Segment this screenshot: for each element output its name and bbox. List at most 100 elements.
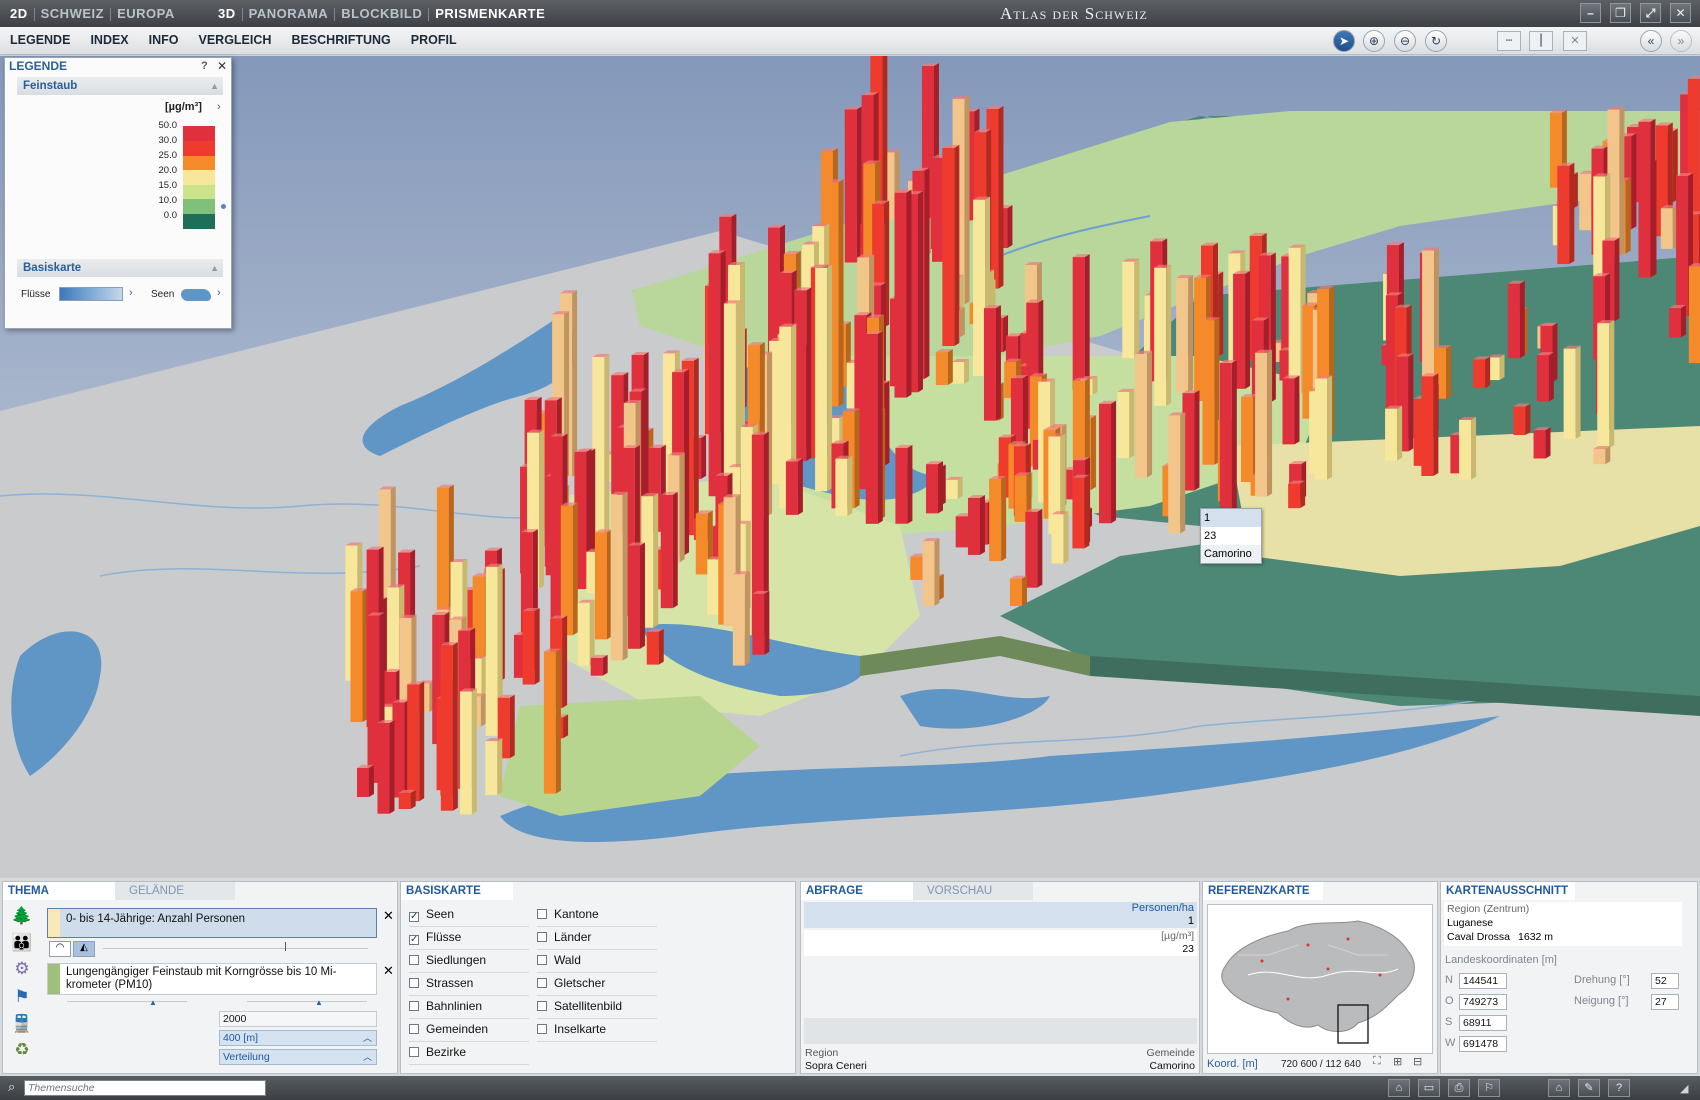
help-button-icon[interactable]: ? (1608, 1079, 1630, 1097)
menu-index[interactable]: INDEX (80, 27, 138, 54)
expand-right-icon[interactable]: » (1670, 30, 1692, 52)
checkbox-box[interactable] (537, 909, 547, 919)
close-legend-icon[interactable]: ✕ (217, 58, 227, 74)
restore-button[interactable]: ❐ (1610, 3, 1631, 23)
fullscreen-button[interactable]: ⤢ (1640, 3, 1661, 23)
checkbox-seen[interactable]: ✓ Seen (409, 904, 529, 927)
checkbox-strassen[interactable]: Strassen (409, 973, 529, 996)
tab-prismenkarte[interactable]: PRISMENKARTE (429, 0, 551, 27)
w-coord-field[interactable]: 691478 (1459, 1036, 1507, 1052)
checkbox-box[interactable] (537, 1024, 547, 1034)
tab-vorschau[interactable]: VORSCHAU (913, 882, 1033, 900)
checkbox-box[interactable] (409, 955, 419, 965)
checkbox-wald[interactable]: Wald (537, 950, 657, 973)
collapse-left-icon[interactable]: « (1640, 30, 1662, 52)
tab-europa[interactable]: EUROPA (111, 0, 181, 27)
help-icon[interactable]: ? (201, 58, 208, 74)
rotate-tool-icon[interactable]: ↻ (1425, 30, 1447, 52)
checkbox-gletscher[interactable]: Gletscher (537, 973, 657, 996)
collapse-icon[interactable]: ▲ (210, 77, 219, 95)
prism-map-view[interactable] (0, 56, 1700, 878)
economy-icon[interactable]: ⚙ (9, 957, 35, 981)
menu-legende[interactable]: LEGENDE (0, 27, 80, 54)
slider-track-2[interactable] (67, 1001, 187, 1002)
tab-panorama[interactable]: PANORAMA (243, 0, 335, 27)
n-coord-field[interactable]: 144541 (1459, 973, 1507, 989)
checkbox-box[interactable] (409, 1024, 419, 1034)
resize-grip-icon[interactable]: ◢ (1680, 1082, 1688, 1095)
s-coord-field[interactable]: 68911 (1459, 1015, 1507, 1031)
checkbox-länder[interactable]: Länder (537, 927, 657, 950)
fluesse-arrow-icon[interactable]: › (129, 287, 133, 299)
checkbox-box[interactable] (537, 932, 547, 942)
checkbox-box[interactable]: ✓ (409, 912, 419, 922)
year-field[interactable]: 2000 (219, 1011, 377, 1027)
zoom-plus-icon[interactable]: ⊞ (1393, 1055, 1402, 1068)
print-icon[interactable]: ⎙ (1448, 1079, 1470, 1097)
bookmark-icon[interactable]: ⚐ (1478, 1079, 1500, 1097)
zoom-in-icon[interactable]: ⊕ (1363, 30, 1385, 52)
pointer-tool-icon[interactable]: ➤ (1333, 30, 1355, 52)
checkbox-box[interactable] (537, 978, 547, 988)
split-horizontal-icon[interactable]: ┅ (1497, 31, 1521, 51)
split-vertical-icon[interactable]: ┃ (1529, 31, 1553, 51)
menu-vergleich[interactable]: VERGLEICH (189, 27, 282, 54)
slider-track-3[interactable] (247, 1001, 367, 1002)
tab-schweiz[interactable]: SCHWEIZ (35, 0, 110, 27)
collapse-icon[interactable]: ▲ (210, 259, 219, 277)
tab-3d[interactable]: 3D (212, 0, 242, 27)
checkbox-satellitenbild[interactable]: Satellitenbild (537, 996, 657, 1019)
open-folder-icon[interactable]: ⌂ (1388, 1079, 1410, 1097)
people-icon[interactable]: 👪 (9, 931, 35, 955)
menu-info[interactable]: INFO (139, 27, 189, 54)
checkbox-box[interactable] (409, 1001, 419, 1011)
reference-map[interactable] (1207, 904, 1433, 1054)
nature-icon[interactable]: 🌲 (9, 904, 35, 928)
shape-round-icon[interactable]: ◠ (49, 941, 71, 957)
legend-section-basiskarte[interactable]: Basiskarte ▲ (17, 259, 223, 277)
checkbox-bezirke[interactable]: Bezirke (409, 1042, 529, 1065)
checkbox-box[interactable] (409, 978, 419, 988)
home-icon[interactable]: ⌂ (1548, 1079, 1570, 1097)
checkbox-inselkarte[interactable]: Inselkarte (537, 1019, 657, 1042)
slider-handle-2[interactable]: ▲ (149, 998, 157, 1007)
tab-2d[interactable]: 2D (4, 0, 34, 27)
o-coord-field[interactable]: 749273 (1459, 994, 1507, 1010)
slider-track[interactable] (103, 948, 368, 949)
tools-icon[interactable]: ✎ (1578, 1079, 1600, 1097)
environment-icon[interactable]: ♻ (9, 1038, 35, 1062)
politics-flag-icon[interactable]: ⚑ (9, 985, 35, 1009)
checkbox-gemeinden[interactable]: Gemeinden (409, 1019, 529, 1042)
seen-arrow-icon[interactable]: › (217, 287, 221, 299)
neigung-field[interactable]: 27 (1651, 994, 1679, 1010)
slider-handle[interactable] (285, 942, 286, 951)
layer1-box[interactable]: 0- bis 14-Jährige: Anzahl Personen (47, 908, 377, 938)
tab-gelaende[interactable]: GELÄNDE (115, 882, 235, 900)
checkbox-box[interactable] (537, 1001, 547, 1011)
no-split-icon[interactable]: ✕ (1563, 31, 1587, 51)
drehung-field[interactable]: 52 (1651, 973, 1679, 989)
tab-blockbild[interactable]: BLOCKBILD (335, 0, 428, 27)
transport-icon[interactable]: 🚆 (9, 1012, 35, 1036)
remove-layer1-icon[interactable]: ✕ (383, 908, 394, 924)
tab-thema[interactable]: THEMA (3, 882, 115, 900)
slider-handle-3[interactable]: ▲ (315, 998, 323, 1007)
minimize-button[interactable]: – (1580, 3, 1601, 23)
checkbox-box[interactable] (537, 955, 547, 965)
fullscreen-map-icon[interactable]: ⛶ (1373, 1055, 1381, 1068)
save-icon[interactable]: ▭ (1418, 1079, 1440, 1097)
layer2-box[interactable]: Lungengängiger Feinstaub mit Korngrösse … (47, 963, 377, 995)
close-button[interactable]: ✕ (1670, 3, 1691, 23)
legend-section-feinstaub[interactable]: Feinstaub ▲ (17, 77, 223, 95)
classification-select[interactable]: Verteilung ︿ (219, 1049, 377, 1065)
remove-layer2-icon[interactable]: ✕ (383, 963, 394, 979)
menu-beschriftung[interactable]: BESCHRIFTUNG (281, 27, 400, 54)
checkbox-box[interactable]: ✓ (409, 935, 419, 945)
checkbox-bahnlinien[interactable]: Bahnlinien (409, 996, 529, 1019)
checkbox-siedlungen[interactable]: Siedlungen (409, 950, 529, 973)
zoom-minus-icon[interactable]: ⊟ (1413, 1055, 1422, 1068)
tab-abfrage[interactable]: ABFRAGE (801, 882, 913, 900)
resolution-select[interactable]: 400 [m] ︿ (219, 1030, 377, 1046)
checkbox-flüsse[interactable]: ✓ Flüsse (409, 927, 529, 950)
checkbox-kantone[interactable]: Kantone (537, 904, 657, 927)
